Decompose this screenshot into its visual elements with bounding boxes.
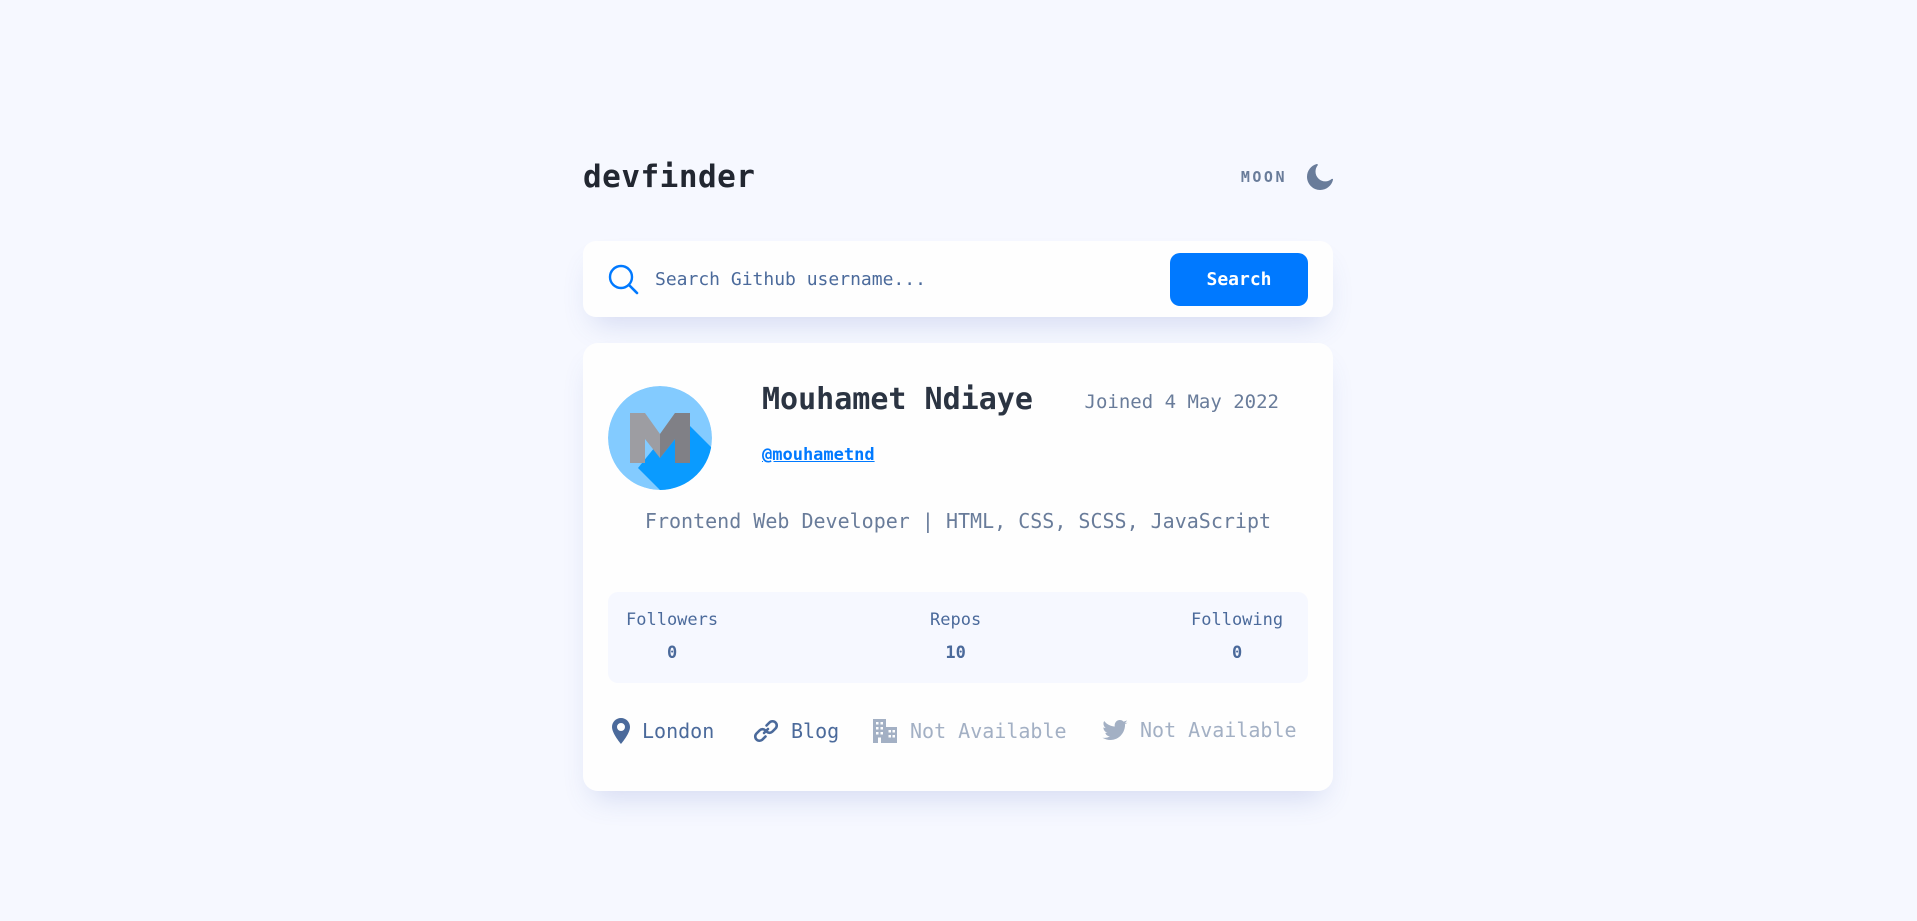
search-icon [607,263,639,295]
search-button[interactable]: Search [1170,252,1308,306]
stat-following-label: Following [1191,610,1284,630]
location-pin-icon [612,718,630,744]
stat-followers: Followers 0 [626,610,718,663]
moon-icon [1307,164,1333,190]
twitter-item: Not Available [1102,718,1297,742]
profile-bio: Frontend Web Developer | HTML, CSS, SCSS… [644,509,1272,533]
stat-repos-value: 10 [945,643,966,663]
stats-panel: Followers 0 Repos 10 Following 0 [608,592,1308,683]
profile-links: London Blog Not Available Not Available [612,718,1312,748]
search-input[interactable] [653,267,1170,291]
theme-toggle-label: MOON [1240,168,1287,186]
location-text: London [642,719,715,743]
joined-date: Joined 4 May 2022 [1084,391,1279,413]
company-item: Not Available [872,718,1067,744]
twitter-icon [1102,719,1128,741]
profile-name: Mouhamet Ndiaye [762,382,1033,417]
company-text: Not Available [910,719,1067,743]
stat-followers-label: Followers [626,610,719,630]
header: devfinder MOON [583,150,1333,204]
blog-link[interactable]: Blog [753,718,839,744]
profile-card: Mouhamet Ndiaye Joined 4 May 2022 @mouha… [583,343,1333,791]
stat-following-value: 0 [1231,643,1243,663]
stat-repos: Repos 10 [930,610,981,663]
twitter-text: Not Available [1140,718,1297,742]
stat-repos-label: Repos [930,610,982,630]
location-item: London [612,718,714,744]
link-chain-icon [753,718,779,744]
office-building-icon [872,718,898,744]
app-container: devfinder MOON Search Github username...… [583,150,1333,791]
profile-login-link[interactable]: @mouhametnd [762,445,875,465]
avatar [608,386,712,490]
stat-following: Following 0 [1191,610,1283,663]
app-logo: devfinder [583,159,756,195]
blog-link-text: Blog [791,719,840,743]
stat-followers-value: 0 [666,643,678,663]
theme-toggle-button[interactable]: MOON [1241,164,1333,190]
search-bar: Search [583,241,1333,317]
